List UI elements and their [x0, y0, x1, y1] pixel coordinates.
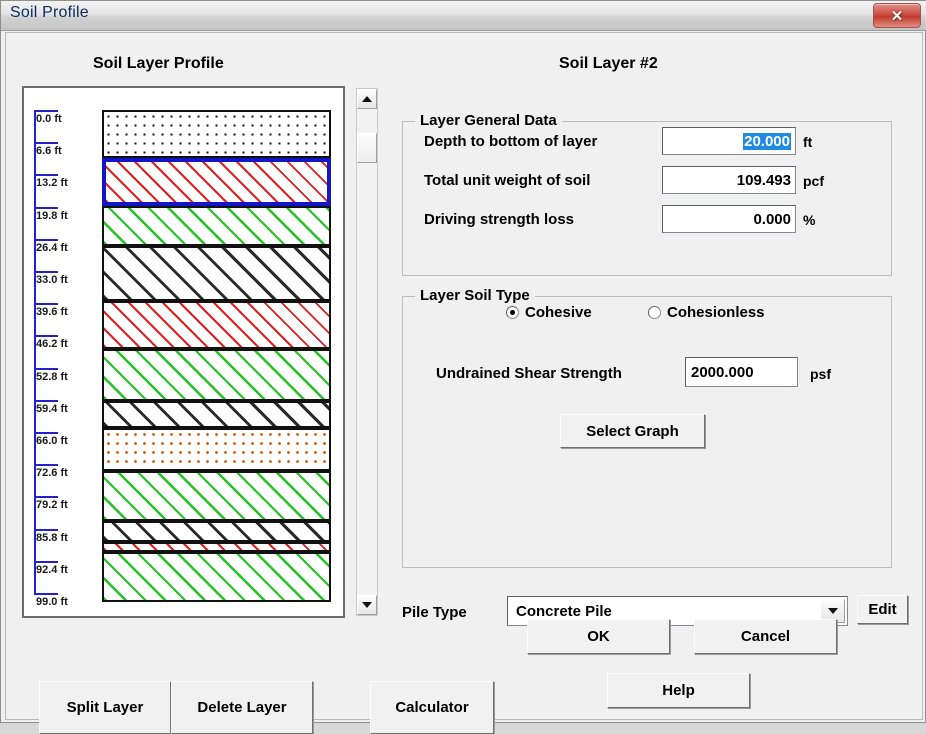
depth-tick-label: 79.2 ft	[36, 499, 68, 511]
select-graph-button[interactable]: Select Graph	[560, 414, 705, 448]
radio-cohesionless-indicator	[648, 306, 661, 319]
total-unit-weight-input[interactable]: 109.493	[662, 166, 796, 194]
depth-tick-label: 72.6 ft	[36, 467, 68, 479]
soil-layer-11[interactable]	[102, 542, 331, 552]
depth-tick-mark	[34, 110, 58, 112]
chevron-down-icon	[828, 608, 838, 614]
depth-tick-mark	[34, 174, 58, 176]
soil-layer-profile-heading: Soil Layer Profile	[93, 55, 224, 73]
driving-strength-loss-label: Driving strength loss	[424, 211, 574, 228]
depth-tick-label: 33.0 ft	[36, 274, 68, 286]
radio-cohesionless[interactable]: Cohesionless	[648, 304, 765, 321]
depth-tick-label: 13.2 ft	[36, 177, 68, 189]
soil-layer-6[interactable]	[102, 349, 331, 402]
chevron-down-icon	[362, 602, 372, 608]
depth-tick-label: 0.0 ft	[36, 113, 62, 125]
depth-tick-mark	[34, 529, 58, 531]
cancel-button[interactable]: Cancel	[694, 619, 837, 654]
pile-type-label: Pile Type	[402, 604, 467, 621]
scrollbar-thumb[interactable]	[357, 133, 377, 163]
radio-cohesive-label: Cohesive	[525, 304, 592, 321]
ok-button[interactable]: OK	[527, 619, 670, 654]
depth-tick-mark	[34, 400, 58, 402]
profile-scrollbar[interactable]	[356, 88, 378, 616]
depth-tick-label: 46.2 ft	[36, 338, 68, 350]
layer-general-data-title: Layer General Data	[415, 112, 562, 129]
help-button[interactable]: Help	[607, 673, 750, 708]
soil-layer-8[interactable]	[102, 428, 331, 471]
depth-tick-mark	[34, 432, 58, 434]
scroll-up-button[interactable]	[357, 89, 377, 109]
depth-tick-label: 52.8 ft	[36, 371, 68, 383]
depth-tick-mark	[34, 464, 58, 466]
depth-tick-label: 19.8 ft	[36, 210, 68, 222]
soil-layer-2[interactable]	[102, 158, 331, 206]
driving-strength-loss-input[interactable]: 0.000	[662, 205, 796, 233]
total-unit-weight-unit: pcf	[803, 173, 824, 189]
total-unit-weight-label: Total unit weight of soil	[424, 172, 590, 189]
undrained-shear-strength-unit: psf	[810, 366, 831, 382]
window-titlebar: Soil Profile ✕	[1, 1, 926, 31]
soil-layer-number-title: Soil Layer #2	[559, 55, 658, 73]
undrained-shear-strength-input[interactable]: 2000.000	[685, 357, 798, 387]
soil-layer-7[interactable]	[102, 401, 331, 427]
depth-tick-label: 26.4 ft	[36, 242, 68, 254]
depth-tick-label: 92.4 ft	[36, 564, 68, 576]
depth-tick-mark	[34, 207, 58, 209]
depth-tick-mark	[34, 496, 58, 498]
soil-layer-3[interactable]	[102, 206, 331, 247]
depth-tick-mark	[34, 271, 58, 273]
radio-cohesionless-label: Cohesionless	[667, 304, 765, 321]
soil-layer-5[interactable]	[102, 301, 331, 349]
soil-layer-4[interactable]	[102, 246, 331, 301]
depth-to-bottom-unit: ft	[803, 134, 812, 150]
depth-tick-mark	[34, 368, 58, 370]
soil-profile-window: Soil Profile ✕ Soil Layer Profile 0.0 ft…	[0, 0, 926, 723]
radio-cohesive[interactable]: Cohesive	[506, 304, 592, 321]
calculator-button[interactable]: Calculator	[370, 681, 494, 734]
window-title: Soil Profile	[10, 4, 89, 22]
depth-tick-mark	[34, 561, 58, 563]
depth-tick-label: 66.0 ft	[36, 435, 68, 447]
soil-layer-1[interactable]	[102, 110, 331, 158]
depth-tick-mark	[34, 593, 58, 595]
depth-tick-mark	[34, 303, 58, 305]
delete-layer-button[interactable]: Delete Layer	[171, 681, 313, 734]
depth-to-bottom-value: 20.000	[743, 133, 791, 150]
depth-tick-label: 85.8 ft	[36, 532, 68, 544]
depth-tick-mark	[34, 335, 58, 337]
close-icon: ✕	[874, 4, 920, 27]
depth-tick-label: 59.4 ft	[36, 403, 68, 415]
depth-tick-mark	[34, 239, 58, 241]
depth-tick-label: 6.6 ft	[36, 145, 62, 157]
close-button[interactable]: ✕	[873, 3, 921, 28]
scroll-down-button[interactable]	[357, 595, 377, 615]
layer-soil-type-title: Layer Soil Type	[415, 287, 535, 304]
split-layer-button[interactable]: Split Layer	[39, 681, 171, 734]
undrained-shear-strength-label: Undrained Shear Strength	[436, 365, 622, 382]
chevron-up-icon	[362, 96, 372, 102]
dialog-client-area: Soil Layer Profile 0.0 ft 6.6 ft 13.2 ft 19…	[5, 32, 923, 720]
depth-tick-mark	[34, 142, 58, 144]
depth-tick-label: 99.0 ft	[36, 596, 68, 608]
radio-cohesive-indicator	[506, 306, 519, 319]
soil-layer-10[interactable]	[102, 521, 331, 542]
depth-to-bottom-input[interactable]: 20.000	[662, 127, 796, 155]
soil-layer-12[interactable]	[102, 552, 331, 602]
driving-strength-loss-unit: %	[803, 212, 815, 228]
soil-profile-canvas[interactable]: 0.0 ft 6.6 ft 13.2 ft 19.8 ft 26.4 ft 33.0 ft…	[22, 86, 345, 618]
soil-layer-9[interactable]	[102, 471, 331, 521]
edit-pile-type-button[interactable]: Edit	[857, 595, 908, 624]
depth-to-bottom-label: Depth to bottom of layer	[424, 133, 597, 150]
depth-tick-label: 39.6 ft	[36, 306, 68, 318]
